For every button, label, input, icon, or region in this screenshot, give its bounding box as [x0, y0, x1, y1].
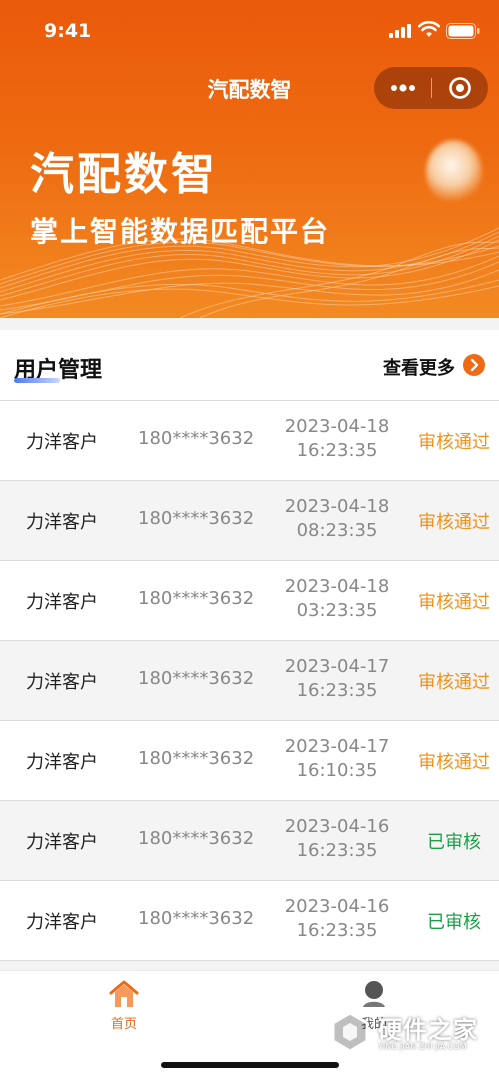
user-date: 2023-04-17	[284, 656, 390, 677]
tab-home-label: 首页	[110, 1017, 137, 1032]
more-dots-icon	[390, 84, 415, 92]
user-timestamp: 2023-04-17 16:23:35	[272, 655, 402, 703]
user-phone: 180****3632	[138, 428, 255, 449]
user-name: 力洋客户	[26, 592, 98, 613]
hero-banner: 9:41 汽配数智 汽配数智 掌上智能数据匹配平台	[0, 0, 499, 318]
review-status: 审核通过	[418, 752, 490, 773]
status-time: 9:41	[44, 20, 92, 42]
view-more-link[interactable]: 查看更多	[383, 354, 455, 380]
review-status: 审核通过	[418, 592, 490, 613]
user-management-card: 用户管理 查看更多 力洋客户 180****3632 2023-04-18 16:23…	[0, 330, 499, 961]
user-timestamp: 2023-04-18 16:23:35	[272, 415, 402, 463]
user-name: 力洋客户	[26, 432, 98, 453]
more-options-button[interactable]	[374, 67, 431, 109]
status-bar: 9:41	[0, 0, 499, 62]
user-date: 2023-04-18	[284, 496, 390, 517]
user-list: 力洋客户 180****3632 2023-04-18 16:23:35 审核通过 力洋客…	[0, 400, 499, 961]
user-row[interactable]: 力洋客户 180****3632 2023-04-17 16:23:35 审核通过	[0, 641, 499, 721]
user-timestamp: 2023-04-16 16:23:35	[272, 815, 402, 863]
wifi-icon	[418, 21, 440, 37]
user-phone: 180****3632	[138, 668, 255, 689]
mini-program-capsule	[374, 67, 488, 109]
user-timestamp: 2023-04-18 03:23:35	[272, 575, 402, 623]
user-time: 16:23:35	[296, 440, 378, 461]
user-name: 力洋客户	[26, 832, 98, 853]
user-timestamp: 2023-04-18 08:23:35	[272, 495, 402, 543]
user-phone: 180****3632	[138, 588, 255, 609]
review-status: 审核通过	[418, 512, 490, 533]
user-profile-icon	[363, 981, 385, 1007]
user-row[interactable]: 力洋客户 180****3632 2023-04-16 16:23:35 已审核	[0, 881, 499, 961]
user-timestamp: 2023-04-17 16:10:35	[272, 735, 402, 783]
user-timestamp: 2023-04-16 16:23:35	[272, 895, 402, 943]
user-name: 力洋客户	[26, 672, 98, 693]
user-name: 力洋客户	[26, 752, 98, 773]
user-phone: 180****3632	[138, 748, 255, 769]
user-time: 16:23:35	[296, 920, 378, 941]
section-header: 用户管理 查看更多	[0, 330, 499, 400]
hero-subtitle: 掌上智能数据匹配平台	[30, 215, 331, 248]
chevron-right-circle-icon[interactable]	[463, 354, 485, 376]
watermark-text: 硬件之家	[378, 1016, 478, 1044]
user-date: 2023-04-17	[284, 736, 390, 757]
close-mini-program-button[interactable]	[432, 67, 488, 109]
user-date: 2023-04-18	[284, 576, 390, 597]
battery-icon	[446, 23, 480, 39]
user-row[interactable]: 力洋客户 180****3632 2023-04-18 16:23:35 审核通过	[0, 400, 499, 481]
review-status: 已审核	[427, 832, 481, 853]
user-row[interactable]: 力洋客户 180****3632 2023-04-18 03:23:35 审核通过	[0, 561, 499, 641]
user-row[interactable]: 力洋客户 180****3632 2023-04-18 08:23:35 审核通过	[0, 481, 499, 561]
cellular-signal-icon	[389, 24, 411, 38]
home-indicator	[161, 1062, 339, 1068]
user-time: 16:23:35	[296, 840, 378, 861]
user-row[interactable]: 力洋客户 180****3632 2023-04-17 16:10:35 审核通过	[0, 721, 499, 801]
site-watermark: 硬件之家 YING JIAN ZHI JIA.COM	[328, 1008, 493, 1060]
user-date: 2023-04-18	[284, 416, 390, 437]
target-circle-icon	[449, 77, 471, 99]
user-phone: 180****3632	[138, 828, 255, 849]
user-date: 2023-04-16	[284, 816, 390, 837]
user-time: 16:10:35	[296, 760, 378, 781]
user-name: 力洋客户	[26, 512, 98, 533]
user-time: 08:23:35	[296, 520, 378, 541]
user-name: 力洋客户	[26, 912, 98, 933]
hero-title: 汽配数智	[30, 149, 218, 200]
glow-orb-decoration	[426, 140, 482, 204]
review-status: 审核通过	[418, 672, 490, 693]
user-phone: 180****3632	[138, 908, 255, 929]
user-date: 2023-04-16	[284, 896, 390, 917]
review-status: 审核通过	[418, 432, 490, 453]
section-title-underline	[14, 378, 60, 383]
tab-home[interactable]: 首页	[64, 979, 184, 1039]
user-time: 16:23:35	[296, 680, 378, 701]
watermark-logo-icon	[331, 1011, 369, 1053]
review-status: 已审核	[427, 912, 481, 933]
home-icon	[109, 980, 139, 1007]
watermark-subtext: YING JIAN ZHI JIA.COM	[378, 1042, 467, 1051]
user-row[interactable]: 力洋客户 180****3632 2023-04-16 16:23:35 已审核	[0, 801, 499, 881]
user-time: 03:23:35	[296, 600, 378, 621]
user-phone: 180****3632	[138, 508, 255, 529]
